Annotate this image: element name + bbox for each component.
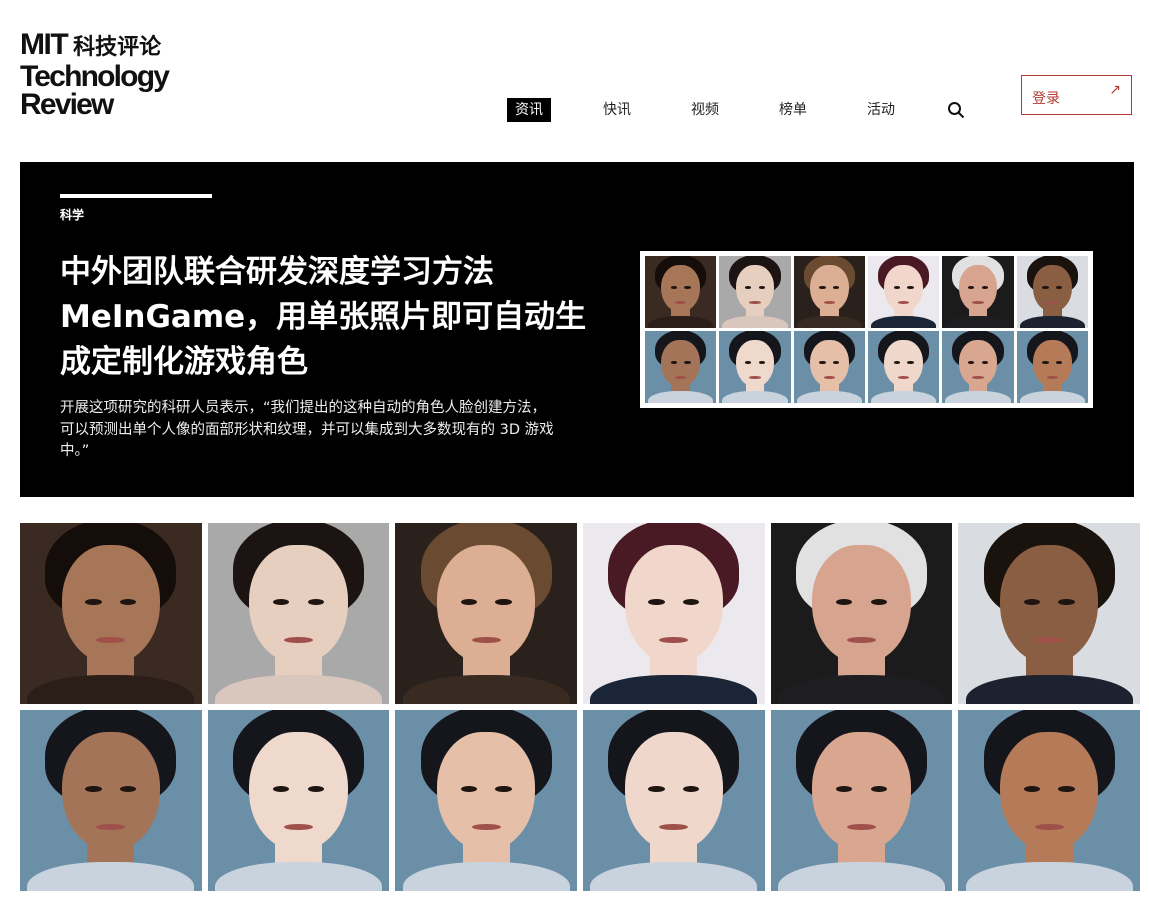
face-photo [770,710,953,891]
article-main-image [20,523,1140,891]
nav-item-flash[interactable]: 快讯 [595,98,639,122]
face-photo [719,256,791,328]
logo-technology: Technology [20,60,170,93]
logo-review: Review [20,88,114,121]
face-photo [868,256,940,328]
face-photo [395,710,577,891]
face-photo [942,331,1014,403]
face-photo [583,523,765,704]
face-photo [20,523,202,704]
face-photo [395,523,577,704]
article-thumbnail[interactable] [640,251,1093,408]
logo-mit: MIT [20,28,69,61]
login-button[interactable]: 登录 ↗ [1021,75,1132,115]
face-photo [868,331,940,403]
article-title[interactable]: 中外团队联合研发深度学习方法MeInGame，用单张照片即可自动生成定制化游戏角… [60,250,600,385]
face-photo [942,256,1014,328]
site-logo[interactable]: MIT 科技评论 Technology Review [20,28,195,121]
face-photo [793,331,865,403]
main-nav: 资讯 快讯 视频 榜单 活动 [507,98,947,122]
face-photo [645,331,717,403]
face-photo [1016,331,1088,403]
nav-item-events[interactable]: 活动 [859,98,903,122]
nav-item-news[interactable]: 资讯 [507,98,551,122]
face-photo [1016,256,1088,328]
nav-item-rankings[interactable]: 榜单 [771,98,815,122]
article-description: 开展这项研究的科研人员表示，“我们提出的这种自动的角色人脸创建方法，可以预测出单… [60,400,554,459]
login-label: 登录 [1032,91,1060,107]
face-photo [645,256,717,328]
face-photo [719,331,791,403]
face-photo [958,523,1140,704]
face-photo [958,710,1140,891]
article-category[interactable]: 科学 [60,206,84,223]
nav-item-video[interactable]: 视频 [683,98,727,122]
hero-banner[interactable]: 科学 中外团队联合研发深度学习方法MeInGame，用单张照片即可自动生成定制化… [20,162,1134,497]
category-divider [60,194,212,198]
face-photo [207,523,390,704]
face-photo [583,710,765,891]
arrow-up-right-icon: ↗ [1109,82,1121,98]
search-icon[interactable] [947,101,965,119]
logo-cn: 科技评论 [73,35,162,60]
face-photo [207,710,390,891]
face-photo [20,710,202,891]
face-photo [793,256,865,328]
face-photo [770,523,953,704]
